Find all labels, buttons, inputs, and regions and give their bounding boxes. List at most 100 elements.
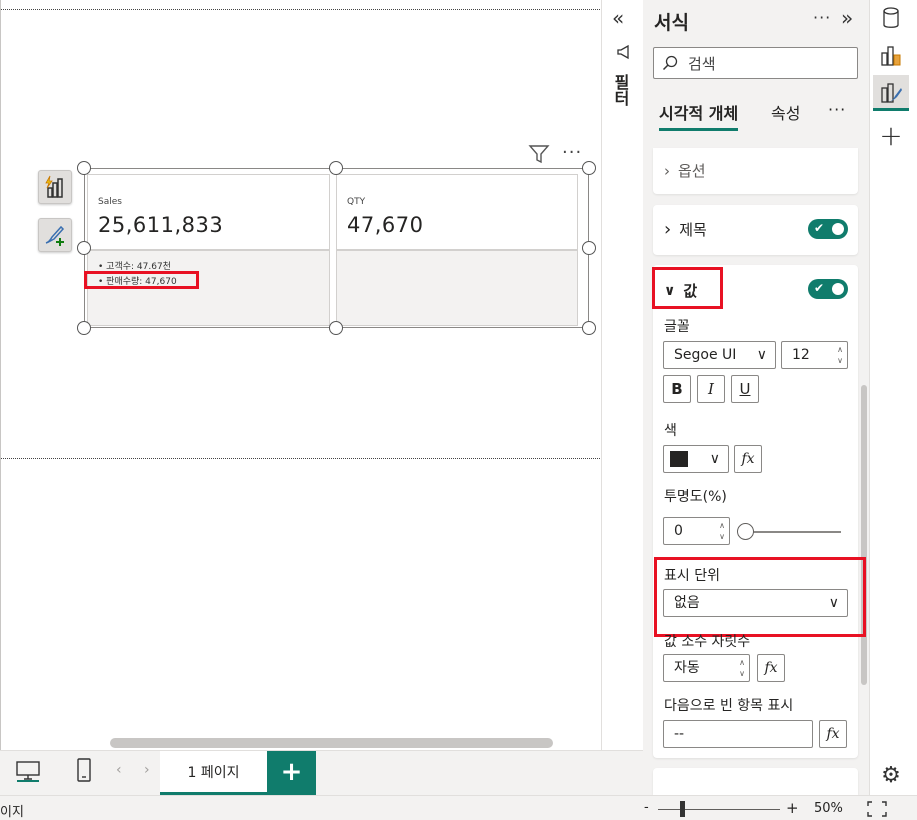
zoom-slider-thumb[interactable] [680, 801, 685, 817]
filter-icon[interactable] [528, 144, 550, 164]
filter-pane-collapsed[interactable] [601, 0, 643, 750]
card-label: QTY [347, 197, 366, 207]
bar-chart-lightning-icon [45, 175, 63, 198]
decimal-places-stepper[interactable]: 자동 ∧ ∨ [663, 654, 750, 682]
section-label: 옵션 [678, 162, 706, 180]
page-boundary-bottom [1, 458, 602, 459]
data-pane-button[interactable] [873, 0, 909, 36]
build-visual-button[interactable] [873, 37, 909, 73]
values-toggle[interactable]: ✔ [808, 279, 848, 299]
quick-insights-button[interactable] [38, 170, 72, 204]
desktop-view-icon[interactable] [15, 760, 41, 782]
italic-button[interactable]: I [697, 375, 725, 403]
tab-more-icon[interactable]: ··· [828, 100, 846, 119]
transparency-slider-track[interactable] [745, 531, 841, 533]
zoom-out-button[interactable]: - [644, 800, 649, 815]
transparency-stepper[interactable]: 0 ∧ ∨ [663, 517, 730, 545]
card-value: 25,611,833 [98, 213, 224, 237]
resize-handle[interactable] [329, 161, 343, 175]
card-qty: QTY 47,670 [336, 174, 578, 250]
page-boundary-top [1, 9, 602, 10]
spin-down-icon[interactable]: ∨ [717, 531, 727, 542]
format-visual-tab-button[interactable] [873, 75, 909, 111]
expand-filters-icon[interactable]: « [612, 6, 624, 30]
resize-handle[interactable] [329, 321, 343, 335]
zoom-level[interactable]: 50% [814, 801, 843, 816]
resize-handle[interactable] [77, 321, 91, 335]
spin-down-icon[interactable]: ∨ [835, 355, 845, 366]
dropdown-value: Segoe UI [674, 347, 737, 363]
prev-page-icon[interactable]: ‹ [116, 762, 122, 778]
fit-to-page-icon[interactable] [867, 801, 887, 817]
megaphone-icon [617, 44, 629, 60]
transparency-label: 투명도(%) [664, 489, 727, 505]
font-label: 글꼴 [664, 319, 690, 335]
spin-up-icon[interactable]: ∧ [717, 520, 727, 531]
title-toggle[interactable]: ✔ [808, 219, 848, 239]
collapse-pane-icon[interactable]: » [841, 6, 853, 30]
font-color-picker[interactable]: ∨ [663, 445, 729, 473]
tab-visual[interactable]: 시각적 개체 [659, 100, 739, 131]
card-label: Sales [98, 197, 122, 207]
pane-more-icon[interactable]: ··· [813, 8, 831, 27]
section-options-header[interactable]: › 옵션 [664, 160, 706, 181]
font-size-stepper[interactable]: 12 ∧ ∨ [781, 341, 848, 369]
section-title-header[interactable]: › 제목 [664, 219, 707, 240]
resize-handle[interactable] [77, 241, 91, 255]
chevron-right-icon: › [664, 219, 672, 240]
stepper-value: 12 [792, 347, 810, 363]
decimal-places-label: 값 소수 자릿수 [664, 634, 751, 650]
next-page-icon[interactable]: › [144, 762, 150, 778]
fx-button[interactable]: fx [757, 654, 785, 682]
add-page-button[interactable]: + [267, 751, 316, 795]
resize-handle[interactable] [582, 241, 596, 255]
blank-as-label: 다음으로 빈 항목 표시 [664, 698, 794, 714]
page-indicator: 이지 [0, 805, 24, 820]
multi-card-visual[interactable]: Sales 25,611,833 QTY 47,670 • 고객수: 47.67… [84, 168, 589, 328]
spin-up-icon[interactable]: ∧ [737, 657, 747, 668]
paintbrush-plus-icon [45, 225, 65, 246]
add-pane-icon[interactable]: + [873, 117, 909, 153]
search-field[interactable]: 검색 [653, 47, 858, 79]
mobile-view-icon[interactable] [76, 757, 92, 783]
spin-down-icon[interactable]: ∨ [737, 668, 747, 679]
search-placeholder: 검색 [688, 55, 716, 73]
fx-button[interactable]: fx [734, 445, 762, 473]
horizontal-scrollbar[interactable] [110, 738, 553, 748]
underline-button[interactable]: U [731, 375, 759, 403]
settings-gear-icon[interactable]: ⚙ [873, 757, 909, 793]
zoom-slider-track[interactable] [658, 809, 780, 810]
page-tab-1[interactable]: 1 페이지 [160, 751, 267, 795]
spin-up-icon[interactable]: ∧ [835, 344, 845, 355]
font-family-dropdown[interactable]: Segoe UI ∨ [663, 341, 776, 369]
more-options-icon[interactable]: ··· [562, 142, 582, 163]
pane-title: 서식 [654, 12, 689, 34]
section-label: 제목 [679, 221, 707, 239]
color-swatch [670, 451, 688, 467]
bold-button[interactable]: B [663, 375, 691, 403]
build-visual-icon [881, 46, 901, 66]
next-section-card[interactable] [653, 768, 858, 795]
pane-scrollbar[interactable] [861, 385, 867, 685]
page-tab-bar [0, 750, 643, 795]
stepper-value: 자동 [674, 660, 700, 676]
color-label: 색 [664, 423, 677, 439]
tab-general[interactable]: 속성 [771, 100, 800, 124]
fx-button[interactable]: fx [819, 720, 847, 748]
resize-handle[interactable] [77, 161, 91, 175]
format-visual-button[interactable] [38, 218, 72, 252]
chevron-down-icon: ∨ [709, 451, 720, 467]
section-values [653, 265, 858, 758]
report-canvas[interactable] [0, 0, 602, 750]
highlight-box [652, 267, 723, 309]
resize-handle[interactable] [582, 161, 596, 175]
card-sales: Sales 25,611,833 [87, 174, 330, 250]
transparency-slider-thumb[interactable] [737, 523, 754, 540]
zoom-in-button[interactable]: + [786, 799, 799, 817]
toggle-knob [832, 283, 844, 295]
blank-as-input[interactable]: -- [663, 720, 813, 748]
resize-handle[interactable] [582, 321, 596, 335]
format-paintbrush-icon [881, 82, 902, 103]
toggle-knob [832, 223, 844, 235]
status-bar: 이지 - + 50% [0, 795, 917, 820]
